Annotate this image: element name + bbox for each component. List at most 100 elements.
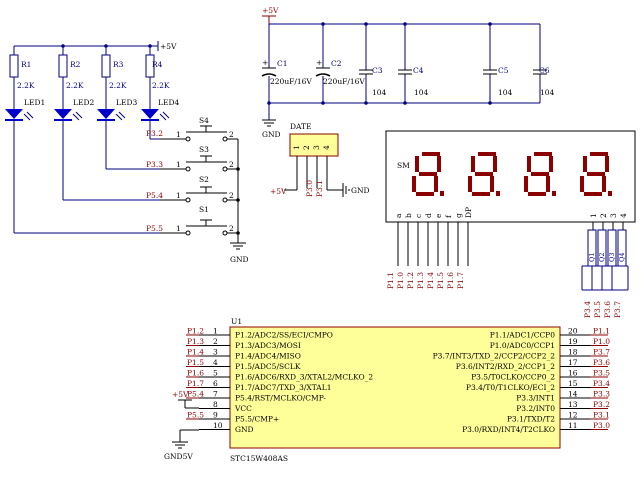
seg-pin-a: a [394,213,403,218]
mcu-u1: U1 STC15W408AS 1 P1.2/ADC2/SS/ECI/CMPOP1.… [164,317,610,463]
digit-segment [475,172,493,176]
mcu-net-label: P3.6 [593,358,610,367]
digit-decimal-point [440,191,444,196]
digit-segment [478,152,496,156]
digit-segment [524,176,528,192]
switch-section: P3.2 P3.3 P5.4 P5.5 S4 1 2 S3 1 2 S2 1 2… [146,116,249,264]
mcu-pin-number: 9 [213,411,218,420]
date-pin-4: 4 [322,145,331,150]
led2-ref: LED2 [73,98,94,107]
led-1: LED1 [5,98,45,121]
mcu-pin-number: 8 [213,400,218,409]
q2-ref: Q2 [598,253,606,262]
digit-segment [416,192,434,196]
digit-decimal-point [608,191,612,196]
digit-segment [602,176,606,192]
mcu-net-label: P3.5 [593,369,610,378]
mcu-net-label: P3.1 [593,411,610,420]
mcu-pin-number: 15 [568,379,578,388]
digit-drivers: Q1 Q2 Q3 Q4 [581,222,629,291]
mcu-net-label: P3.3 [593,390,610,399]
c1-value: 220uF/16V [270,77,312,86]
r2-value: 2.2K [66,81,84,90]
mcu-net-label: P1.5 [187,358,204,367]
seg-pin-d: d [424,213,433,218]
mcu-pin-number: 7 [213,390,218,399]
mcu-pin-name: P1.3/ADC3/MOSI [235,341,301,350]
digit-segment [583,156,587,172]
s1-pin1: 1 [176,224,181,233]
c3-ref: C3 [372,66,383,75]
mcu-pin-number: 19 [568,337,578,346]
s4-pin2: 2 [229,130,234,139]
mcu-pin-name: P3.3/INT1 [516,394,555,403]
mcu-net-label: P1.3 [187,337,204,346]
seg-net-5: P1.4 [426,272,435,289]
mcu-net-label: P5.4 [187,390,204,399]
mcu-pin-number: 17 [568,358,578,367]
date-vcc: +5V [270,187,287,196]
switch1-net: P5.5 [146,224,163,233]
mcu-ref: U1 [231,317,242,326]
s2-pin1: 1 [176,191,181,200]
c2-value: 220uF/16V [323,77,365,86]
r3-ref: R3 [113,60,124,69]
mcu-pin-number: 20 [568,327,578,336]
cap-vcc-label: +5V [262,6,279,15]
switch-gnd-label: GND [230,255,249,264]
digit-net-2: P3.5 [593,301,602,318]
mcu-pin-name: P3.4/T0/T1CLKO/ECI_2 [466,383,555,392]
digit-segment [528,192,546,196]
c2-ref: C2 [331,59,342,68]
mcu-pin-name: P1.2/ADC2/SS/ECI/CMPO [235,331,333,340]
mcu-net-label: P1.7 [187,379,204,388]
mcu-net-label: P3.7 [593,348,610,357]
digit-segment [434,176,438,192]
mcu-pin-name: P1.1/ADC1/CCP0 [490,331,555,340]
digit-pin-4: 4 [619,213,628,218]
digit-net-1: P3.4 [583,301,592,318]
digit-segment [468,176,472,192]
seg-net-8: P1.7 [456,272,465,289]
capacitor-c5: C5 104 [483,66,513,97]
switch3-net: P3.3 [146,160,163,169]
switch2-net: P5.4 [146,191,163,200]
digit-segment [472,192,490,196]
seg-net-6: P1.5 [436,272,445,289]
segment-nets: P1.1 P1.0 P1.2 P1.3 P1.4 P1.5 P1.6 P1.7 [386,272,465,289]
switch4-net: P3.2 [146,129,163,138]
switch-s2: S2 1 2 [160,175,238,203]
seg-net-4: P1.3 [416,272,425,289]
mcu-pin-name: P3.0/RXD/INT4/T2CLKO [462,425,555,434]
mcu-pin-number: 16 [568,369,578,378]
seg-pin-c: c [414,214,423,218]
mcu-net-label: P1.0 [593,337,610,346]
seven-segment-display: SM a b c d e f g DP 1 2 3 4 P1.1 P1.0 P1… [385,130,636,318]
digit-segment [493,156,497,172]
mcu-pin-name: P1.7/ADC7/TXD_3/XTAL1 [235,383,331,392]
seg-net-7: P1.6 [446,272,455,289]
mcu-pin-number: 14 [568,390,578,399]
r4-ref: R4 [152,60,163,69]
seg-pin-g: g [454,213,463,218]
c5-value: 104 [498,88,513,97]
q4-ref: Q4 [618,253,626,262]
mcu-pin-name: P1.6/ADC6/RXD_3/XTAL2/MCLKO_2 [235,373,373,382]
mcu-pin-number: 2 [213,337,218,346]
mcu-pin-number: 12 [568,411,578,420]
mcu-net-label: P1.4 [187,348,204,357]
led4-ref: LED4 [158,98,179,107]
mcu-pin-number: 13 [568,400,578,409]
mcu-pin-name: P3.5/T0CLKO/CCP0_2 [471,373,555,382]
mcu-gnd5v: GND5V [164,452,193,461]
digit-nets: P3.4 P3.5 P3.6 P3.7 [583,301,622,318]
r2-ref: R2 [70,60,81,69]
mcu-pin-name: P5.5/CMP+ [235,415,279,424]
digit-net-4: P3.7 [613,301,622,318]
date-gnd: GND [351,186,370,195]
led1-ref: LED1 [24,98,45,107]
mcu-net-label: P1.1 [593,327,610,336]
digit-pin-3: 3 [609,213,618,218]
resistor-r2 [58,54,68,78]
mcu-pin-number: 1 [213,327,218,336]
